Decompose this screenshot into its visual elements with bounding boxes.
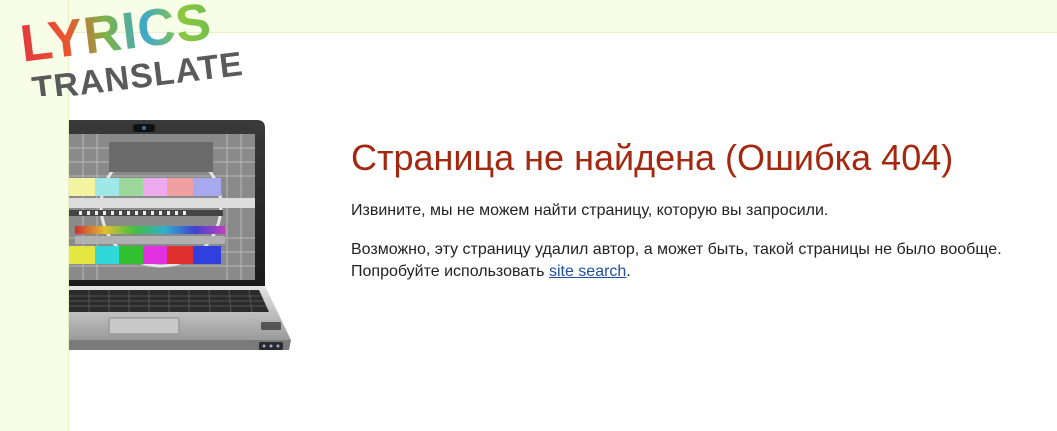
error-message-line-2-text: Возможно, эту страницу удалил автор, а м…	[351, 241, 1002, 280]
laptop-illustration	[69, 118, 295, 358]
error-message-line-1: Извините, мы не можем найти страницу, ко…	[351, 202, 829, 219]
page-title: Страница не найдена (Ошибка 404)	[351, 137, 954, 178]
error-message-period: .	[626, 263, 631, 280]
site-logo[interactable]: LYRICS TRANSLATE	[14, 0, 254, 96]
laptop-icon	[69, 120, 291, 350]
error-message-line-2: Возможно, эту страницу удалил автор, а м…	[351, 239, 1011, 283]
logo-graphic: LYRICS TRANSLATE	[17, 0, 245, 96]
error-message-block: Страница не найдена (Ошибка 404) Извинит…	[351, 136, 1011, 300]
site-search-link[interactable]: site search	[549, 263, 626, 280]
